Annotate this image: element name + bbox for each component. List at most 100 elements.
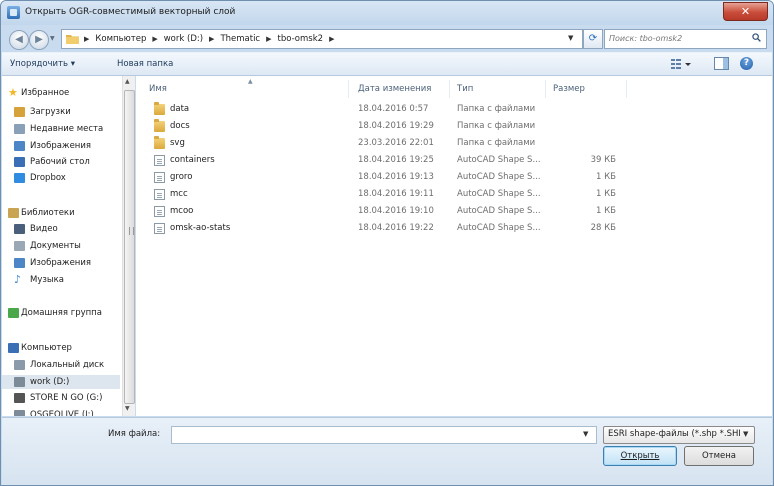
filename-input[interactable] (175, 428, 575, 441)
sidebar-item-label: Рабочий стол (30, 157, 90, 167)
music-icon: ♪ (14, 273, 22, 286)
sidebar-item[interactable]: Загрузки (2, 105, 120, 119)
address-bar[interactable]: ▶ Компьютер ▶ work (D:) ▶ Thematic ▶ tbo-omsk2 ▶… (61, 29, 583, 49)
sidebar-item-label: Изображения (30, 141, 92, 151)
navigation-pane: ★ Избранное Загрузки Недавние места Изображе… (2, 76, 122, 416)
filename-combo: ▼ (171, 426, 597, 444)
sidebar-item[interactable]: Локальный диск (2, 358, 120, 372)
file-type: AutoCAD Shape S... (457, 172, 541, 182)
file-row[interactable]: mcoo 18.04.2016 19:10 AutoCAD Shape S... 1 … (136, 203, 772, 220)
file-name: svg (170, 138, 185, 148)
sidebar-item-label: OSGEOLIVE (I:) (30, 410, 94, 416)
file-type-select[interactable]: ESRI shape-файлы (*.shp *.SHP ▼ (603, 426, 755, 444)
sidebar-item[interactable]: OSGEOLIVE (I:) (2, 408, 120, 416)
file-row[interactable]: containers 18.04.2016 19:25 AutoCAD Shape … (136, 152, 772, 169)
close-button[interactable]: ✕ (723, 2, 768, 21)
back-arrow-icon[interactable]: ◀ (9, 30, 29, 50)
sort-ascending-icon: ▲ (248, 78, 253, 85)
pictures-icon (14, 258, 25, 268)
breadcrumb-item[interactable]: Thematic (220, 34, 260, 45)
recent-pages-chevron-icon[interactable]: ▼ (50, 35, 55, 42)
sidebar-item[interactable]: Библиотеки (2, 206, 120, 220)
sidebar-item[interactable]: Компьютер (2, 341, 120, 355)
sidebar-item-label: Библиотеки (21, 208, 75, 218)
file-row[interactable]: svg 23.03.2016 22:01 Папка с файлами (136, 135, 772, 152)
file-row[interactable]: mcc 18.04.2016 19:11 AutoCAD Shape S... 1 К… (136, 186, 772, 203)
breadcrumb-separator-icon[interactable]: ▶ (84, 34, 89, 45)
scroll-up-arrow-icon[interactable]: ▲ (125, 78, 130, 85)
sidebar-item[interactable]: Рабочий стол (2, 155, 120, 169)
sidebar-item[interactable]: Недавние места (2, 122, 120, 136)
file-icon (154, 223, 165, 234)
search-input[interactable] (609, 32, 745, 45)
file-date: 18.04.2016 19:10 (358, 206, 434, 216)
file-name: omsk-ao-stats (170, 223, 231, 233)
breadcrumb: ▶ Компьютер ▶ work (D:) ▶ Thematic ▶ tbo-omsk2 ▶ (84, 34, 334, 45)
organize-button[interactable]: Упорядочить ▾ (10, 59, 75, 69)
file-date: 18.04.2016 19:29 (358, 121, 434, 131)
sidebar-item-label: work (D:) (30, 377, 70, 387)
column-header-type[interactable]: Тип (457, 84, 473, 94)
help-icon[interactable]: ? (740, 57, 753, 70)
breadcrumb-item[interactable]: Компьютер (95, 34, 146, 45)
file-row[interactable]: docs 18.04.2016 19:29 Папка с файлами (136, 118, 772, 135)
file-date: 23.03.2016 22:01 (358, 138, 434, 148)
address-dropdown-icon[interactable]: ▼ (568, 34, 573, 42)
open-button[interactable]: Открыть (603, 446, 677, 466)
breadcrumb-item[interactable]: tbo-omsk2 (278, 34, 324, 45)
sidebar-item[interactable]: ★ Избранное (2, 86, 120, 100)
sidebar-item[interactable]: Видео (2, 222, 120, 236)
file-row[interactable]: groro 18.04.2016 19:13 AutoCAD Shape S... 1… (136, 169, 772, 186)
file-icon (154, 206, 165, 217)
cancel-button[interactable]: Отмена (684, 446, 754, 466)
file-type: AutoCAD Shape S... (457, 223, 541, 233)
preview-pane-icon[interactable] (714, 57, 729, 70)
forward-arrow-icon[interactable]: ▶ (29, 30, 49, 50)
breadcrumb-separator-icon[interactable]: ▶ (152, 34, 157, 45)
sidebar-item[interactable]: Изображения (2, 139, 120, 153)
column-header-size[interactable]: Размер (553, 84, 585, 94)
file-type: Папка с файлами (457, 104, 536, 114)
new-folder-button[interactable]: Новая папка (117, 59, 173, 69)
sidebar-item[interactable]: Изображения (2, 256, 120, 270)
drive-icon (14, 410, 25, 416)
change-view-icon[interactable] (670, 57, 692, 70)
file-name: mcoo (170, 206, 194, 216)
scrollbar-thumb[interactable] (124, 90, 135, 404)
downloads-icon (14, 107, 25, 117)
libraries-icon (8, 208, 19, 218)
window-title: Открыть OGR-совместимый векторный слой (25, 7, 236, 17)
file-row[interactable]: omsk-ao-stats 18.04.2016 19:22 AutoCAD Sha… (136, 220, 772, 237)
breadcrumb-item[interactable]: work (D:) (164, 34, 203, 45)
file-name: groro (170, 172, 193, 182)
file-size: 39 КБ (590, 155, 616, 165)
file-type-dropdown-icon[interactable]: ▼ (743, 430, 748, 438)
sidebar-item-label: Документы (30, 241, 81, 251)
command-bar: Упорядочить ▾ Новая папка ? (2, 52, 772, 76)
column-header-name[interactable]: Имя (149, 84, 167, 94)
refresh-icon[interactable]: ⟳ (583, 29, 603, 49)
column-header-date[interactable]: Дата изменения (358, 84, 431, 94)
file-row[interactable]: data 18.04.2016 0:57 Папка с файлами (136, 101, 772, 118)
sidebar-item[interactable]: Dropbox (2, 171, 120, 185)
breadcrumb-separator-icon[interactable]: ▶ (209, 34, 214, 45)
scroll-down-arrow-icon[interactable]: ▼ (125, 405, 130, 412)
search-box (604, 29, 767, 49)
breadcrumb-separator-icon[interactable]: ▶ (266, 34, 271, 45)
search-icon[interactable] (752, 33, 761, 42)
folder-icon (154, 136, 165, 149)
file-type: AutoCAD Shape S... (457, 189, 541, 199)
sidebar-item[interactable]: STORE N GO (G:) (2, 391, 120, 405)
sidebar-item[interactable]: Документы (2, 239, 120, 253)
file-icon (154, 172, 165, 183)
sidebar-item-label: Dropbox (30, 173, 66, 183)
sidebar-item[interactable]: work (D:) (2, 375, 120, 389)
breadcrumb-separator-icon[interactable]: ▶ (329, 34, 334, 45)
sidebar-item[interactable]: ♪ Музыка (2, 273, 120, 287)
sidebar-item-label: Компьютер (21, 343, 72, 353)
file-date: 18.04.2016 19:13 (358, 172, 434, 182)
filename-dropdown-icon[interactable]: ▼ (583, 430, 588, 438)
navigation-scrollbar[interactable]: ▲ ▼ (122, 76, 135, 416)
sidebar-item[interactable]: Домашняя группа (2, 306, 120, 320)
dialog-footer: Имя файла: ▼ ESRI shape-файлы (*.shp *.S… (2, 417, 772, 485)
